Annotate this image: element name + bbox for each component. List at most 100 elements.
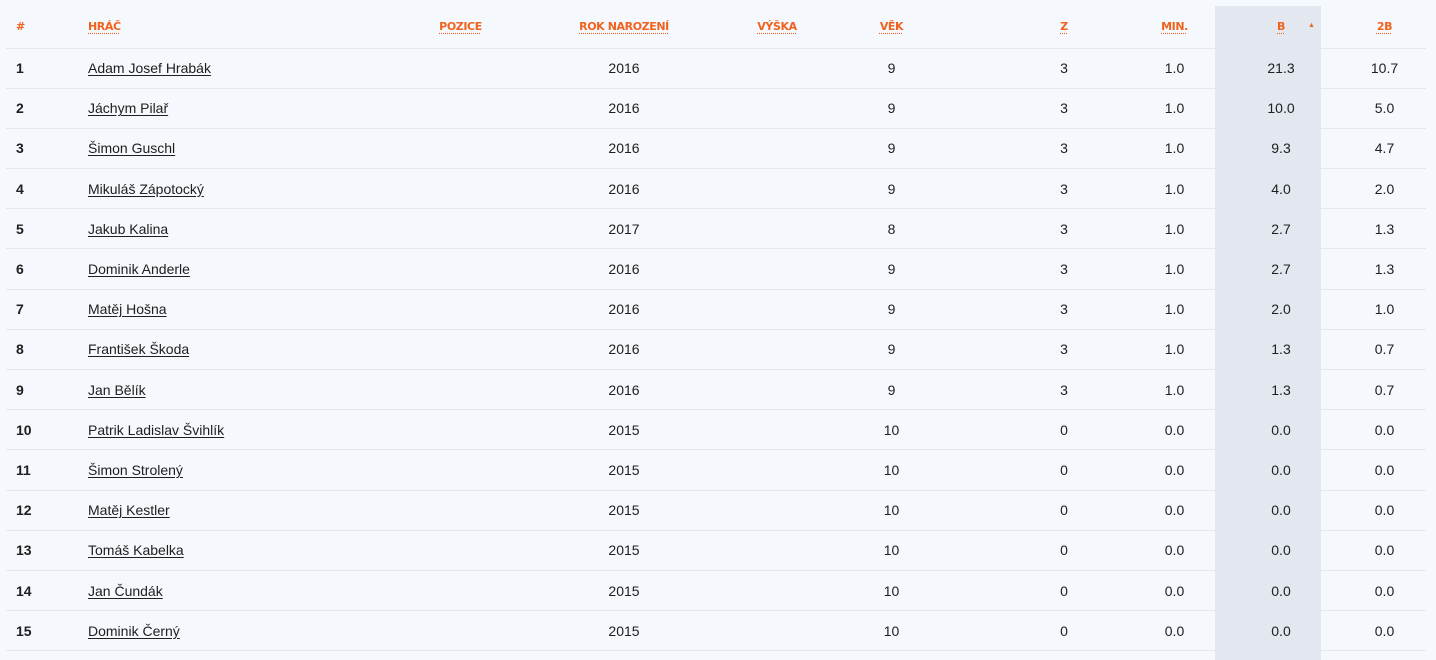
points-cell: 0.0: [1219, 449, 1343, 491]
age-cell: 10: [828, 449, 955, 491]
two-points-cell: 1.3: [1343, 248, 1426, 290]
points-cell: 1.3: [1219, 368, 1343, 410]
position-cell: [399, 208, 522, 249]
player-link[interactable]: Matěj Kestler: [88, 502, 170, 518]
birth-year-cell: 2015: [522, 489, 726, 531]
height-cell: [726, 288, 828, 330]
two-points-cell: 0.0: [1343, 409, 1426, 450]
player-link[interactable]: Patrik Ladislav Švihlík: [88, 422, 224, 438]
header-height[interactable]: VÝŠKA: [726, 6, 828, 48]
player-link[interactable]: Dominik Anderle: [88, 261, 190, 277]
rank-cell: 2: [6, 87, 88, 129]
position-cell: [399, 328, 522, 370]
player-name-cell: Dominik Anderle: [88, 248, 399, 290]
minutes-cell: 0.0: [1130, 449, 1219, 491]
birth-year-cell: 2016: [522, 87, 726, 129]
age-cell: 8: [828, 208, 955, 249]
rank-cell: 12: [6, 489, 88, 531]
birth-year-cell: 2015: [522, 449, 726, 491]
points-cell: 1.3: [1219, 328, 1343, 370]
height-cell: [726, 208, 828, 249]
table-row: 10 Patrik Ladislav Švihlík 2015 10 0 0.0 0.0 0.…: [6, 409, 1426, 450]
two-points-cell: 1.3: [1343, 208, 1426, 249]
games-cell: 0: [998, 610, 1130, 652]
header-player[interactable]: HRÁČ: [88, 6, 399, 48]
player-stats-table: # HRÁČ POZICE ROK NAROZENÍ VÝŠKA VĚK Z M…: [6, 6, 1426, 652]
spacer-cell: [955, 47, 998, 89]
player-link[interactable]: Šimon Guschl: [88, 140, 175, 156]
table-body: 1 Adam Josef Hrabák 2016 9 3 1.0 21.3 10.7 2 Jách…: [6, 47, 1426, 652]
position-cell: [399, 47, 522, 89]
minutes-cell: 0.0: [1130, 409, 1219, 450]
spacer-cell: [955, 610, 998, 652]
header-points[interactable]: B: [1219, 6, 1343, 48]
two-points-cell: 2.0: [1343, 168, 1426, 209]
player-link[interactable]: Jáchym Pilař: [88, 100, 168, 116]
header-games[interactable]: Z: [998, 6, 1130, 48]
player-name-cell: Jan Čundák: [88, 569, 399, 611]
birth-year-cell: 2016: [522, 127, 726, 169]
minutes-cell: 1.0: [1130, 127, 1219, 169]
header-rank[interactable]: #: [6, 6, 88, 48]
minutes-cell: 0.0: [1130, 569, 1219, 611]
age-cell: 9: [828, 168, 955, 209]
position-cell: [399, 529, 522, 571]
spacer-cell: [955, 208, 998, 249]
height-cell: [726, 368, 828, 410]
games-cell: 3: [998, 248, 1130, 290]
sort-ascending-icon: ▲: [1308, 22, 1315, 29]
player-link[interactable]: Mikuláš Zápotocký: [88, 181, 204, 197]
player-link[interactable]: Jan Čundák: [88, 583, 163, 599]
player-link[interactable]: Šimon Strolený: [88, 462, 183, 478]
player-link[interactable]: Adam Josef Hrabák: [88, 60, 211, 76]
rank-cell: 9: [6, 368, 88, 410]
points-cell: 10.0: [1219, 87, 1343, 129]
header-minutes[interactable]: MIN.: [1130, 6, 1219, 48]
rank-cell: 5: [6, 208, 88, 249]
two-points-cell: 0.0: [1343, 449, 1426, 491]
table-row: 15 Dominik Černý 2015 10 0 0.0 0.0 0.0: [6, 610, 1426, 652]
minutes-cell: 0.0: [1130, 610, 1219, 652]
header-birth-year[interactable]: ROK NAROZENÍ: [522, 6, 726, 48]
rank-cell: 6: [6, 248, 88, 290]
header-position[interactable]: POZICE: [399, 6, 522, 48]
age-cell: 10: [828, 489, 955, 531]
games-cell: 3: [998, 127, 1130, 169]
birth-year-cell: 2017: [522, 208, 726, 249]
points-cell: 2.7: [1219, 208, 1343, 249]
player-link[interactable]: Jan Bělík: [88, 382, 146, 398]
games-cell: 3: [998, 208, 1130, 249]
birth-year-cell: 2015: [522, 409, 726, 450]
player-link[interactable]: Matěj Hošna: [88, 301, 167, 317]
position-cell: [399, 87, 522, 129]
birth-year-cell: 2016: [522, 368, 726, 410]
table-row: 12 Matěj Kestler 2015 10 0 0.0 0.0 0.0: [6, 489, 1426, 531]
spacer-cell: [955, 87, 998, 129]
points-cell: 0.0: [1219, 569, 1343, 611]
height-cell: [726, 127, 828, 169]
table-row: 1 Adam Josef Hrabák 2016 9 3 1.0 21.3 10.7: [6, 47, 1426, 89]
two-points-cell: 5.0: [1343, 87, 1426, 129]
spacer-cell: [955, 168, 998, 209]
points-cell: 2.7: [1219, 248, 1343, 290]
header-spacer: [955, 6, 998, 48]
header-two-points[interactable]: 2B: [1343, 6, 1426, 48]
player-link[interactable]: Dominik Černý: [88, 623, 180, 639]
minutes-cell: 1.0: [1130, 288, 1219, 330]
games-cell: 0: [998, 569, 1130, 611]
player-name-cell: František Škoda: [88, 328, 399, 370]
age-cell: 9: [828, 328, 955, 370]
height-cell: [726, 529, 828, 571]
player-name-cell: Jakub Kalina: [88, 208, 399, 249]
table-row: 11 Šimon Strolený 2015 10 0 0.0 0.0 0.0: [6, 449, 1426, 491]
two-points-cell: 10.7: [1343, 47, 1426, 89]
player-link[interactable]: Jakub Kalina: [88, 221, 168, 237]
position-cell: [399, 569, 522, 611]
spacer-cell: [955, 489, 998, 531]
birth-year-cell: 2016: [522, 248, 726, 290]
spacer-cell: [955, 368, 998, 410]
player-link[interactable]: Tomáš Kabelka: [88, 542, 184, 558]
table-row: 2 Jáchym Pilař 2016 9 3 1.0 10.0 5.0: [6, 87, 1426, 129]
header-age[interactable]: VĚK: [828, 6, 955, 48]
player-link[interactable]: František Škoda: [88, 341, 189, 357]
